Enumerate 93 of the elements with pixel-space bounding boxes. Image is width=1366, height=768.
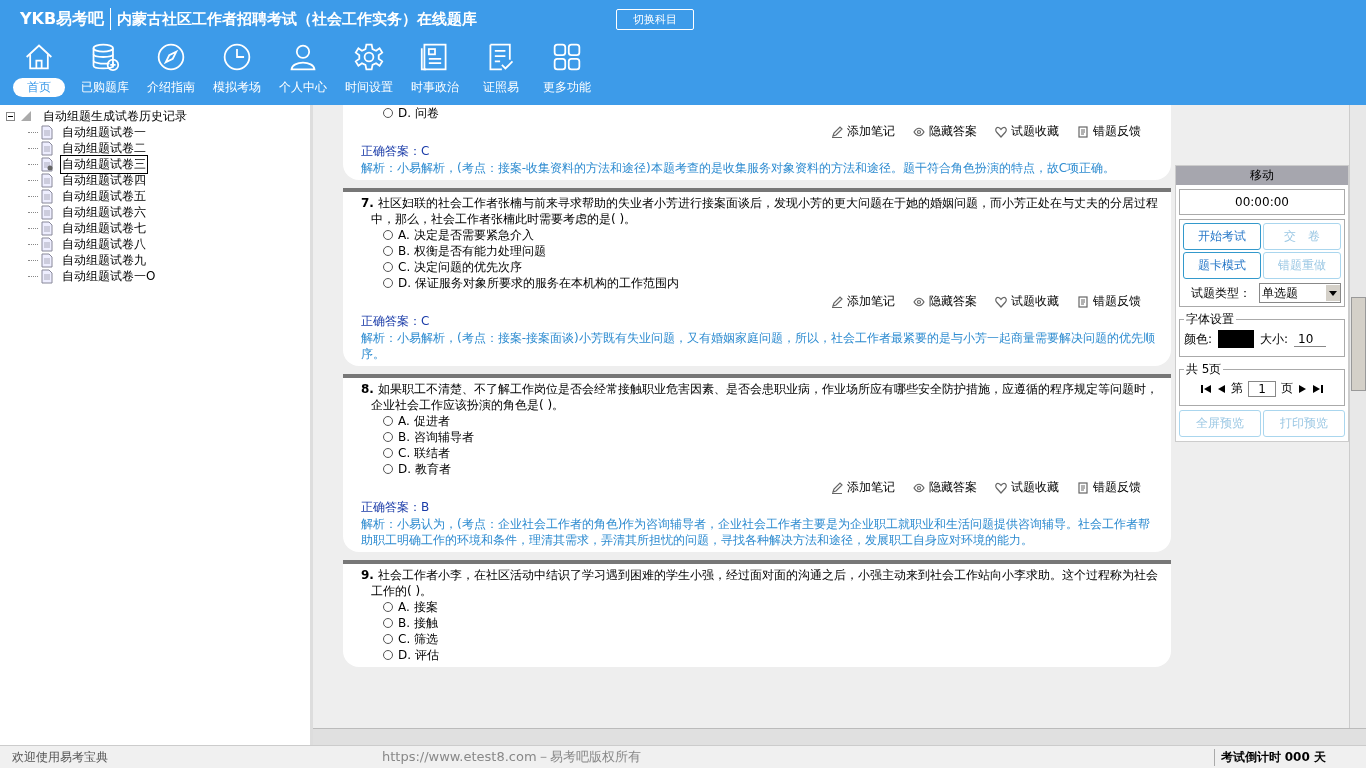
document-icon: [1077, 481, 1089, 494]
page-field[interactable]: 1: [1248, 380, 1276, 397]
collapse-icon[interactable]: [6, 111, 15, 121]
type-label: 试题类型：: [1191, 284, 1251, 302]
next-page-icon[interactable]: [1298, 384, 1308, 393]
option-text: B. 咨询辅导者: [398, 428, 474, 446]
welcome-text: 欢迎使用易考宝典: [11, 748, 109, 766]
option-text: C. 决定问题的优先次序: [398, 258, 522, 276]
analysis-text: 解析：小易解析，(考点：接案-接案面谈)小芳既有失业问题，又有婚姻家庭问题，所以，社会工作者最紧要的是与小芳一起商量需要解决问题的优先顺序。: [361, 330, 1156, 362]
pencil-icon: [831, 125, 843, 138]
option-text: A. 接案: [398, 598, 438, 616]
compass-icon[interactable]: [156, 42, 186, 72]
document-icon: [41, 188, 53, 204]
heart-icon: [995, 125, 1007, 138]
action-link[interactable]: 错题反馈: [1093, 479, 1141, 496]
app-title: 内蒙古社区工作者招聘考试（社会工作实务）在线题库: [117, 9, 478, 29]
action-link[interactable]: 隐藏答案: [929, 479, 977, 496]
option-text: D. 教育者: [398, 460, 451, 478]
group-title: 字体设置: [1185, 311, 1235, 328]
option-text: B. 接触: [398, 614, 438, 632]
answer-text: 正确答案：C: [361, 313, 431, 330]
option-text: D. 问卷: [398, 105, 439, 122]
option-text: B. 权衡是否有能力处理问题: [398, 242, 546, 260]
caret-icon: [1329, 290, 1337, 296]
action-link[interactable]: 添加笔记: [847, 479, 895, 496]
question-text: 9. 社会工作者小李，在社区活动中结识了学习遇到困难的学生小强，经过面对面的沟通之后，小强主动来到社会工作站向小李求助。这个过程称为社会工作的( )。: [361, 567, 1159, 599]
action-link[interactable]: 隐藏答案: [929, 123, 977, 140]
option-text: D. 保证服务对象所要求的服务在本机构的工作范围内: [398, 274, 679, 292]
first-page-icon[interactable]: [1201, 384, 1211, 393]
analysis-text: 解析：小易认为，(考点：企业社会工作者的角色)作为咨询辅导者，企业社会工作者主要是为企业职工就职业和生活问题提供咨询辅导。社会工作者帮助职工明确工作的环境和条件，理清其需求，弄清其所担忧的问题，寻找各种解决方法和途径，发展职工自身应对环境的能力。: [361, 516, 1152, 548]
settings-icon[interactable]: [354, 42, 384, 72]
option-text: A. 决定是否需要紧急介入: [398, 226, 534, 244]
answer-text: 正确答案：C: [361, 143, 431, 160]
action-link[interactable]: 试题收藏: [1011, 123, 1059, 140]
size-label: 大小:: [1260, 330, 1289, 348]
size-field[interactable]: 10: [1294, 331, 1327, 347]
eye-icon: [913, 125, 925, 138]
document-icon: [1077, 125, 1089, 138]
action-link[interactable]: 错题反馈: [1093, 123, 1141, 140]
document-icon: [41, 140, 53, 156]
color-swatch[interactable]: [1218, 330, 1255, 348]
grid-icon[interactable]: [552, 42, 582, 72]
countdown-text: 考试倒计时 000 天: [1213, 748, 1366, 766]
last-page-icon[interactable]: [1313, 384, 1323, 393]
panel-button[interactable]: 开始考试: [1183, 223, 1261, 250]
document-icon: [41, 220, 53, 236]
pencil-icon: [831, 481, 843, 494]
option-text: A. 促进者: [398, 412, 450, 430]
document-icon: [41, 236, 53, 252]
document-icon: [41, 252, 53, 268]
eye-icon: [913, 481, 925, 494]
analysis-text: 解析：小易解析，(考点：接案-收集资料的方法和途径)本题考查的是收集服务对象资料的方法和途径。题干符合角色扮演的特点，故C项正确。: [361, 160, 1117, 176]
option-text: D. 评估: [398, 646, 439, 664]
tree-item[interactable]: 自动组题试卷三: [60, 154, 148, 174]
logo: YKB易考吧: [20, 8, 105, 30]
question-text: 7. 社区妇联的社会工作者张楠与前来寻求帮助的失业者小芳进行接案面谈后，发现小芳的更大问题在于她的婚姻问题，而小芳正处在与丈夫的分居过程中，那么，社会工作者张楠此时需要考虑的是( )。: [361, 195, 1159, 227]
person-icon[interactable]: [288, 42, 318, 72]
document-icon: [41, 204, 53, 220]
option-text: C. 筛选: [398, 630, 438, 648]
document-icon: [1077, 295, 1089, 308]
document-icon: [41, 124, 53, 140]
timer-display: 00:00:00: [1179, 189, 1345, 215]
document-icon: [41, 268, 53, 284]
pencil-icon: [831, 295, 843, 308]
group-title: 共 5页: [1185, 361, 1223, 378]
heart-icon: [995, 295, 1007, 308]
document-pin-icon: [41, 156, 53, 172]
action-link[interactable]: 试题收藏: [1011, 479, 1059, 496]
clock-icon[interactable]: [222, 42, 252, 72]
question-text: 8. 如果职工不清楚、不了解工作岗位是否会经常接触职业危害因素、是否会患职业病，作业场所应有哪些安全防护措施，应遵循的程序规定等问题时，企业社会工作应该扮演的角色是( )。: [361, 381, 1159, 413]
action-link[interactable]: 添加笔记: [847, 123, 895, 140]
option-text: C. 联结者: [398, 444, 450, 462]
action-link[interactable]: 添加笔记: [847, 293, 895, 310]
type-dropdown[interactable]: 单选题: [1259, 283, 1341, 303]
page-suffix: 页: [1281, 380, 1293, 397]
previous-page-icon[interactable]: [1216, 384, 1226, 393]
house-icon[interactable]: [24, 42, 54, 72]
horizontal-scrollbar[interactable]: [313, 728, 1366, 745]
vertical-scrollbar[interactable]: [1349, 105, 1366, 728]
panel-title[interactable]: 移动: [1176, 166, 1348, 185]
triangle-icon: [21, 111, 31, 121]
panel-button[interactable]: 题卡模式: [1183, 252, 1261, 279]
answer-text: 正确答案：B: [361, 499, 431, 516]
action-link[interactable]: 错题反馈: [1093, 293, 1141, 310]
page-prefix: 第: [1231, 380, 1243, 397]
heart-icon: [995, 481, 1007, 494]
action-link[interactable]: 隐藏答案: [929, 293, 977, 310]
document-icon: [41, 172, 53, 188]
color-label: 颜色:: [1184, 330, 1213, 348]
database-icon[interactable]: [90, 42, 120, 72]
action-link[interactable]: 试题收藏: [1011, 293, 1059, 310]
copyright-text: https://www.etest8.com－易考吧版权所有: [381, 748, 642, 766]
eye-icon: [913, 295, 925, 308]
